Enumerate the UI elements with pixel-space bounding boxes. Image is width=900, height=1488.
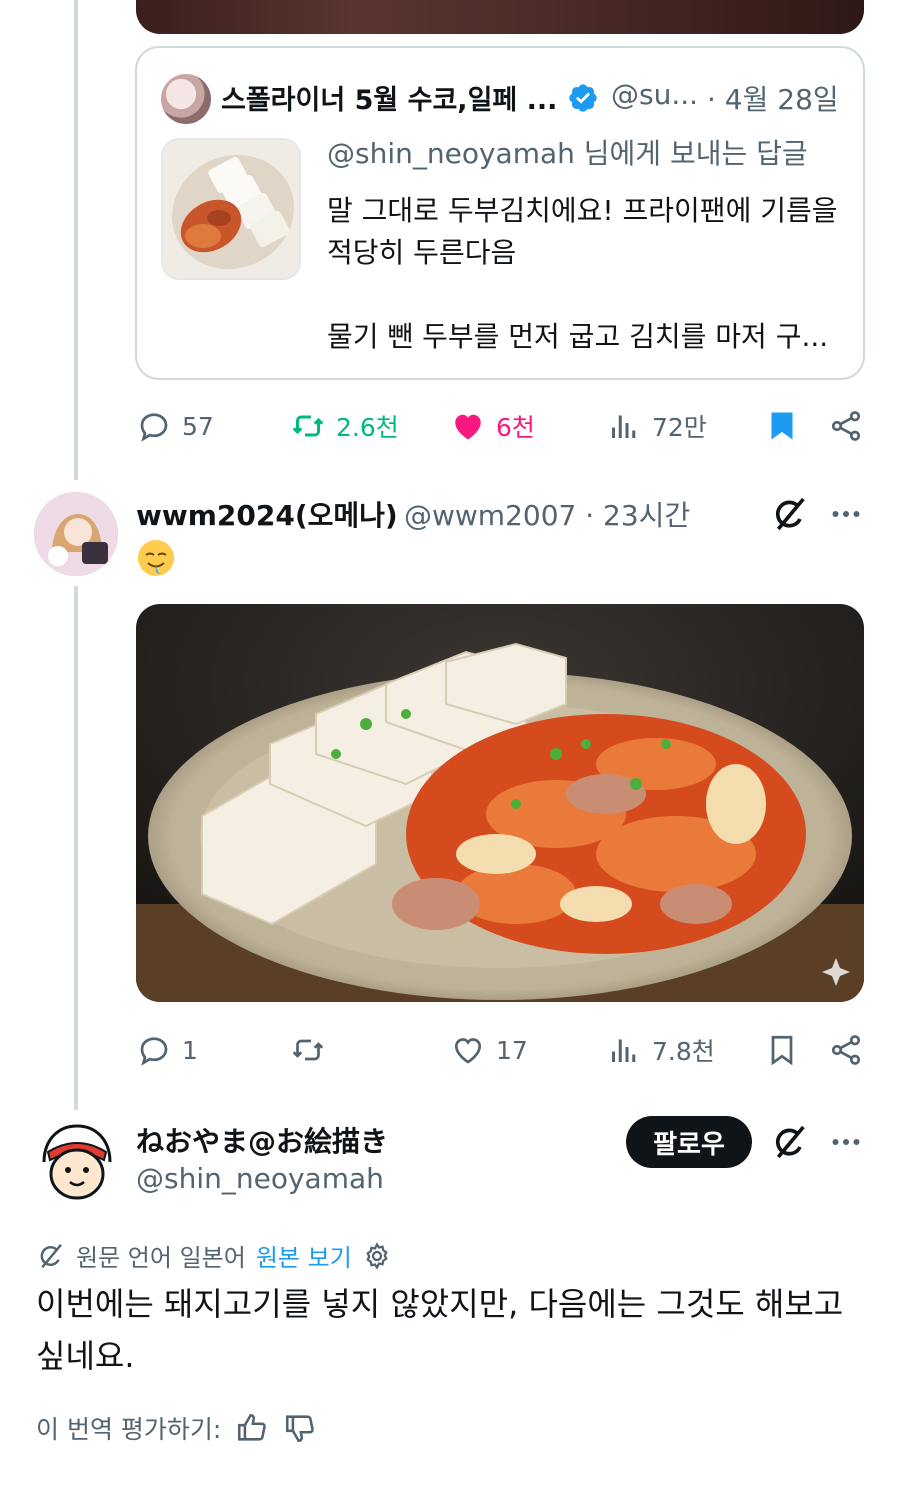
retweet-button[interactable]	[290, 1032, 336, 1068]
thumbs-up-icon[interactable]	[235, 1411, 269, 1445]
reply-button[interactable]: 57	[136, 408, 214, 444]
retweet-count: 2.6천	[336, 413, 399, 442]
view-count: 7.8천	[652, 1037, 715, 1066]
bookmark-button[interactable]	[764, 408, 800, 444]
bookmark-filled-icon	[771, 412, 793, 440]
quoted-author-name[interactable]: 스폴라이너 5월 수코,일페 ...	[221, 78, 557, 117]
like-button[interactable]: 17	[450, 1032, 528, 1068]
translation-info-row: 원문 언어 일본어 원본 보기	[36, 1238, 392, 1273]
reply-button[interactable]: 1	[136, 1032, 198, 1068]
views-button[interactable]: 72만	[606, 408, 707, 444]
heart-filled-icon	[455, 414, 481, 440]
verified-badge-icon	[569, 84, 597, 112]
like-count: 6천	[496, 413, 535, 442]
grok-icon[interactable]	[770, 494, 810, 534]
quoted-media-thumbnail[interactable]	[161, 138, 301, 280]
more-options-icon[interactable]	[828, 1124, 864, 1160]
quoted-author-avatar[interactable]	[161, 74, 211, 124]
author-name[interactable]: wwm2024(오메나)	[136, 494, 398, 534]
rate-translation-row: 이 번역 평가하기:	[36, 1410, 317, 1446]
like-button[interactable]: 6천	[450, 408, 535, 444]
author-name[interactable]: ねおやま@お絵描き	[136, 1120, 388, 1160]
reply-to-label: @shin_neoyamah 님에게 보내는 답글	[327, 137, 808, 170]
share-icon	[831, 411, 861, 441]
translated-from-label: 원문 언어 일본어	[76, 1244, 246, 1272]
rate-translation-label: 이 번역 평가하기:	[36, 1415, 222, 1444]
bookmark-button[interactable]	[764, 1032, 800, 1068]
more-options-icon[interactable]	[828, 496, 864, 532]
thread-line	[74, 0, 78, 480]
follow-button[interactable]: 팔로우	[626, 1116, 752, 1168]
share-icon	[831, 1035, 861, 1065]
bookmark-icon	[771, 1035, 793, 1066]
author-handle-and-time: @wwm2007 · 23시간	[404, 499, 691, 532]
reply-icon	[140, 413, 168, 442]
thread-line	[74, 586, 78, 1110]
emoji	[136, 538, 176, 578]
reply-count: 1	[182, 1035, 198, 1065]
previous-tweet-image[interactable]	[136, 0, 864, 34]
like-count: 17	[496, 1035, 528, 1065]
grok-translate-icon	[40, 1243, 62, 1268]
share-button[interactable]	[828, 1032, 864, 1068]
quoted-date: · 4월 28일	[707, 83, 839, 116]
tweet-body-translated: 이번에는 돼지고기를 넣지 않았지만, 다음에는 그것도 해보고 싶네요.	[36, 1285, 844, 1375]
reply-icon	[140, 1037, 168, 1066]
grok-icon[interactable]	[770, 1122, 810, 1162]
share-button[interactable]	[828, 408, 864, 444]
heart-icon	[454, 1038, 482, 1064]
author-handle: @shin_neoyamah	[136, 1162, 384, 1195]
retweet-icon	[292, 415, 324, 437]
analytics-icon	[612, 415, 636, 438]
tweet-media-image[interactable]	[136, 604, 864, 1002]
quoted-tweet-card[interactable]: 스폴라이너 5월 수코,일페 ... @su... · 4월 28일 @shin…	[135, 46, 865, 380]
thumbs-down-icon[interactable]	[283, 1411, 317, 1445]
show-original-link[interactable]: 원본 보기	[256, 1238, 352, 1273]
views-button[interactable]: 7.8천	[606, 1032, 715, 1068]
view-count: 72만	[652, 413, 707, 442]
quoted-tweet-text: 말 그대로 두부김치에요! 프라이팬에 기름을 적당히 두른다음 물기 뺀 두부…	[327, 194, 838, 353]
avatar[interactable]	[34, 492, 118, 576]
retweet-button[interactable]: 2.6천	[290, 408, 399, 444]
reply-count: 57	[182, 411, 214, 441]
analytics-icon	[612, 1039, 636, 1062]
gear-icon[interactable]	[362, 1241, 392, 1271]
avatar[interactable]	[34, 1116, 120, 1202]
quoted-author-handle: @su...	[611, 78, 699, 111]
retweet-icon	[292, 1039, 324, 1061]
